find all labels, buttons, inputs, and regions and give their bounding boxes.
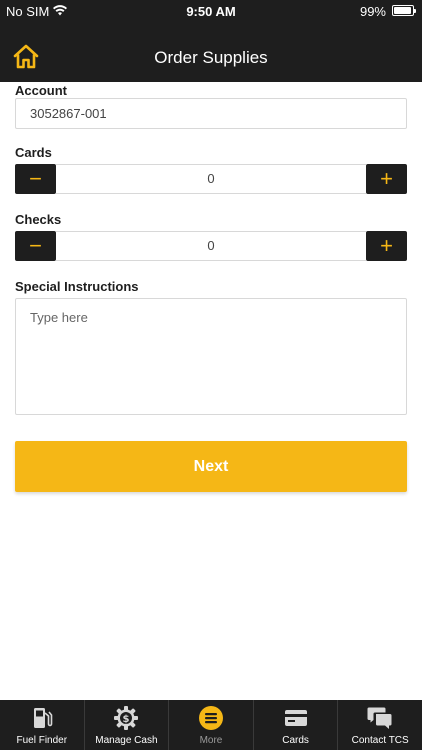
checks-label: Checks (15, 212, 62, 227)
tab-manage-cash[interactable]: $ Manage Cash (85, 700, 170, 750)
tab-label: Manage Cash (95, 735, 158, 746)
battery-percent: 99% (359, 4, 386, 19)
cards-decrement-button[interactable]: − (15, 164, 56, 194)
account-field: 3052867-001 (15, 98, 407, 129)
tab-label: More (199, 735, 223, 746)
svg-text:$: $ (123, 714, 130, 725)
chat-icon (367, 705, 393, 731)
tab-label: Cards (282, 735, 309, 746)
tab-cards[interactable]: Cards (254, 700, 339, 750)
checks-stepper: − 0 + (15, 231, 407, 261)
checks-quantity-input[interactable]: 0 (56, 231, 366, 261)
tab-more[interactable]: More (169, 700, 254, 750)
tab-bar: Fuel Finder $ Manage Cash More Cards Con… (0, 700, 422, 750)
tab-label: Contact TCS (351, 735, 409, 746)
account-label: Account (15, 83, 67, 98)
special-instructions-input[interactable] (15, 298, 407, 415)
cards-label: Cards (15, 145, 52, 160)
menu-icon (198, 705, 224, 731)
tab-label: Fuel Finder (16, 735, 68, 746)
cards-quantity-input[interactable]: 0 (56, 164, 366, 194)
next-button[interactable]: Next (15, 441, 407, 492)
clock: 9:50 AM (186, 4, 236, 19)
status-bar: No SIM 9:50 AM 99% (0, 0, 422, 22)
special-instructions-label: Special Instructions (15, 279, 139, 294)
fuel-pump-icon (29, 705, 55, 731)
nav-bar: Order Supplies (0, 22, 422, 82)
tab-fuel-finder[interactable]: Fuel Finder (0, 700, 85, 750)
card-icon (283, 705, 309, 731)
battery-icon (392, 5, 416, 16)
cards-increment-button[interactable]: + (366, 164, 407, 194)
checks-decrement-button[interactable]: − (15, 231, 56, 261)
dollar-gear-icon: $ (113, 705, 139, 731)
cards-stepper: − 0 + (15, 164, 407, 194)
checks-increment-button[interactable]: + (366, 231, 407, 261)
home-icon[interactable] (12, 43, 40, 71)
tab-contact-tcs[interactable]: Contact TCS (338, 700, 422, 750)
